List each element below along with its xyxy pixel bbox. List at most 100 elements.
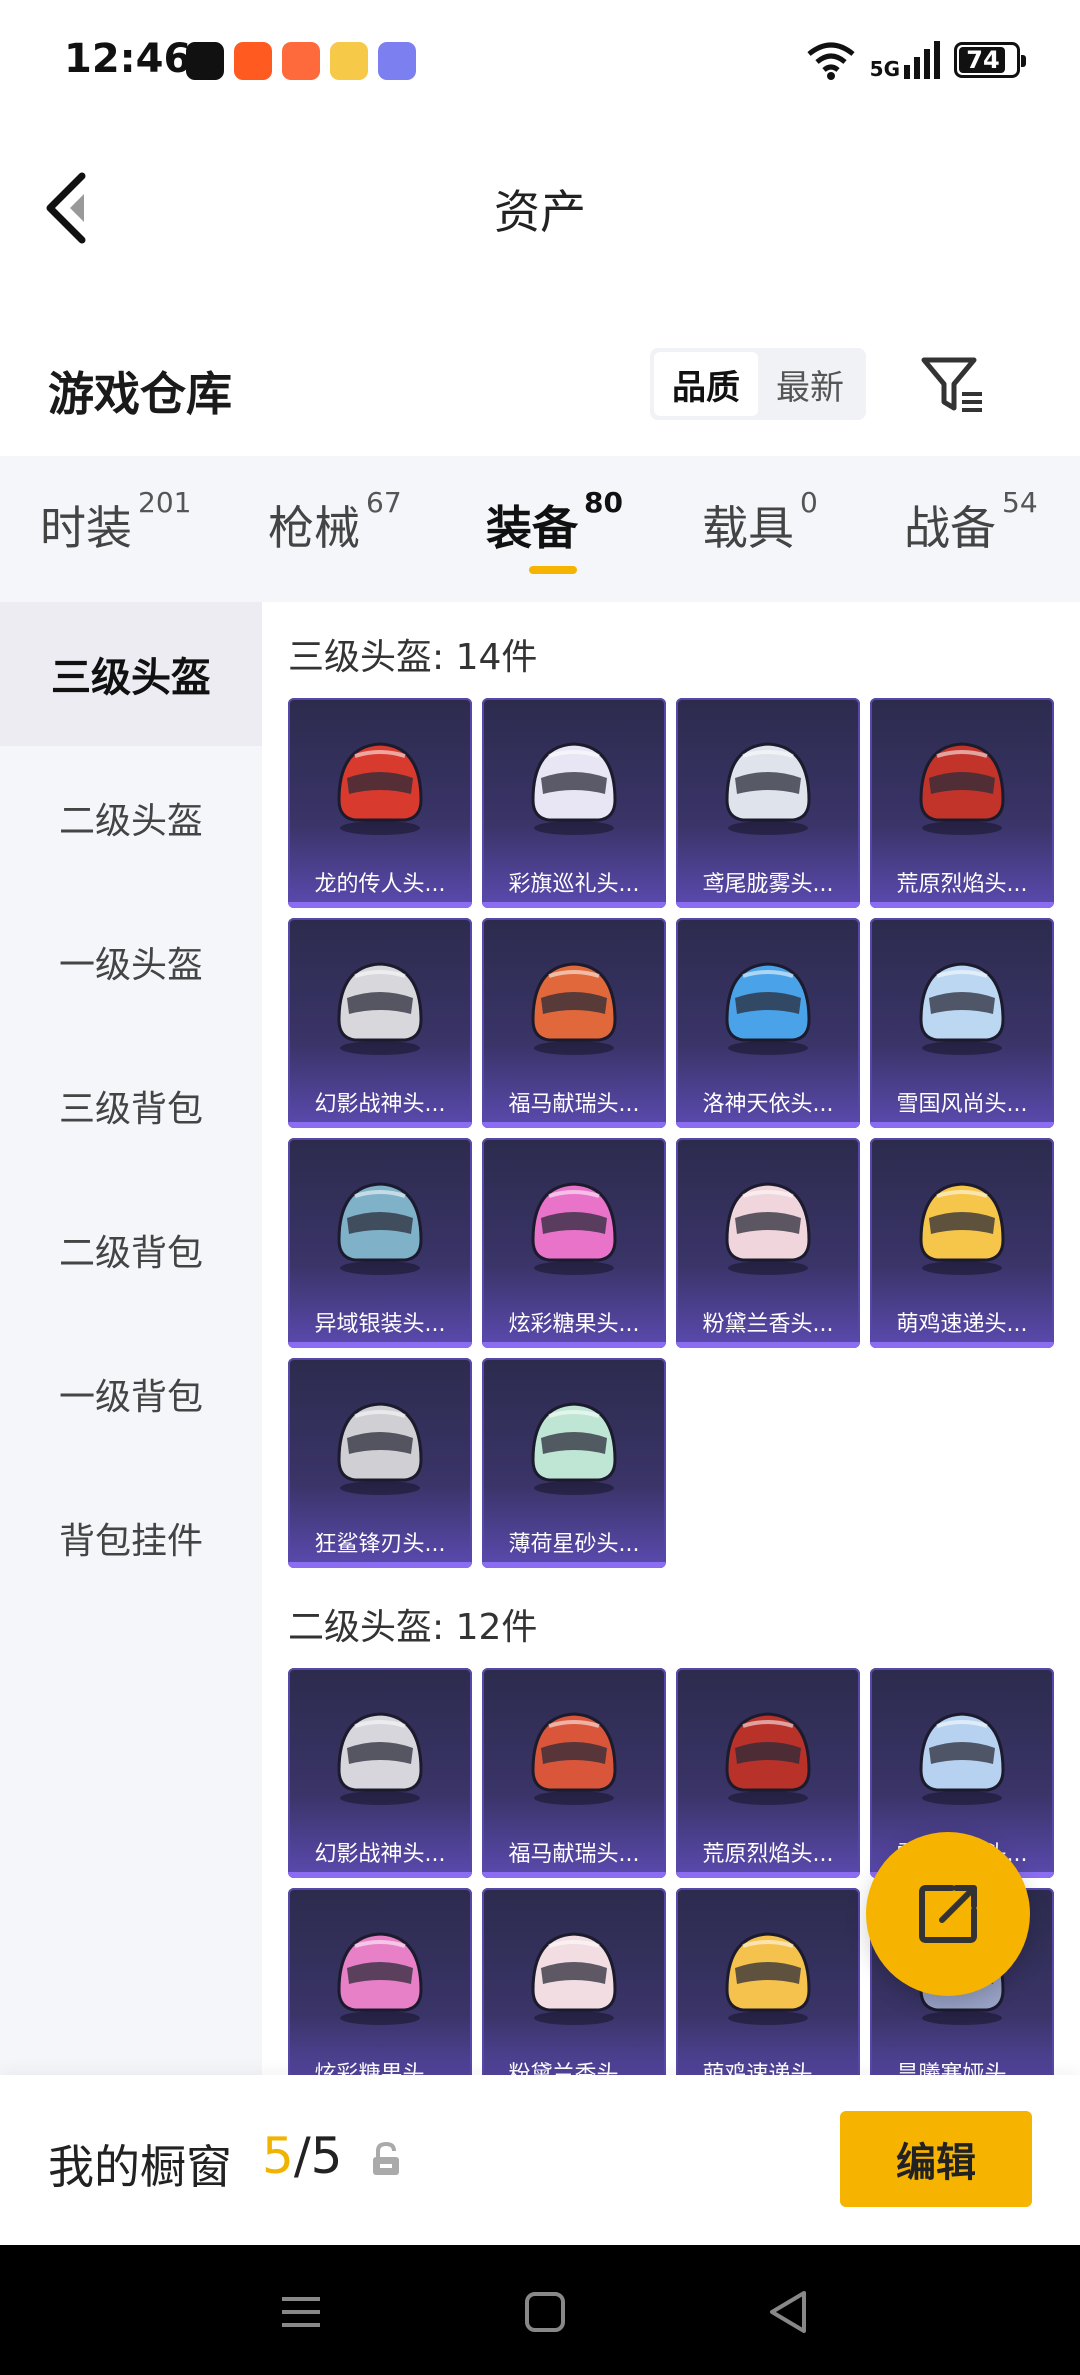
filter-button[interactable] <box>918 352 988 418</box>
tab-label: 载具 <box>702 501 794 555</box>
tab-count: 201 <box>138 486 192 519</box>
item-card[interactable]: 荒原烈焰头... <box>870 698 1054 908</box>
item-card[interactable]: 狂鲨锋刃头... <box>288 1358 472 1568</box>
helmet-icon <box>713 1170 823 1280</box>
tab-vehicles[interactable]: 载具 0 <box>702 486 818 558</box>
item-name: 福马献瑞头... <box>508 1092 640 1117</box>
back-triangle-icon[interactable] <box>762 2285 816 2339</box>
item-name: 幻影战神头... <box>314 1092 446 1117</box>
tab-count: 80 <box>584 486 623 519</box>
helmet-icon <box>325 1390 435 1500</box>
network-type: 5G <box>869 57 900 81</box>
tab-fashion[interactable]: 时装 201 <box>40 486 191 558</box>
sidebar-item-backpack-charm[interactable]: 背包挂件 <box>0 1466 262 1610</box>
item-name: 炫彩糖果头... <box>508 1312 640 1337</box>
helmet-icon <box>907 1700 1017 1810</box>
item-card[interactable]: 雪国风尚头... <box>870 918 1054 1128</box>
item-card[interactable]: 萌鸡速递头... <box>870 1138 1054 1348</box>
sidebar-item-level2-backpack[interactable]: 二级背包 <box>0 1178 262 1322</box>
tab-count: 67 <box>366 486 402 519</box>
item-name: 荒原烈焰头... <box>896 872 1028 897</box>
item-card[interactable]: 萌鸡速递头... <box>676 1888 860 2075</box>
sidebar-item-level1-backpack[interactable]: 一级背包 <box>0 1322 262 1466</box>
filter-icon <box>921 357 982 412</box>
item-card[interactable]: 异域银装头... <box>288 1138 472 1348</box>
item-name: 雪国风尚头... <box>896 1092 1028 1117</box>
sidebar-item-level2-helmet[interactable]: 二级头盔 <box>0 746 262 890</box>
item-card[interactable]: 炫彩糖果头... <box>482 1138 666 1348</box>
sidebar-item-level3-helmet[interactable]: 三级头盔 <box>0 602 262 746</box>
system-navigation-bar <box>0 2245 1080 2375</box>
game-app-icon <box>282 42 320 80</box>
item-card[interactable]: 粉黛兰香头... <box>676 1138 860 1348</box>
edit-button[interactable]: 编辑 <box>840 2111 1032 2207</box>
item-card[interactable]: 龙的传人头... <box>288 698 472 908</box>
reader-app-icon <box>330 42 368 80</box>
helmet-icon <box>519 1920 629 2030</box>
helmet-icon <box>713 1920 823 2030</box>
item-card[interactable]: 粉黛兰香头... <box>482 1888 666 2075</box>
sidebar-item-level1-helmet[interactable]: 一级头盔 <box>0 890 262 1034</box>
helmet-icon <box>713 1700 823 1810</box>
warehouse-title: 游戏仓库 <box>48 367 232 421</box>
item-card[interactable]: 幻影战神头... <box>288 918 472 1128</box>
active-tab-indicator <box>529 566 577 574</box>
home-icon[interactable] <box>518 2285 572 2339</box>
helmet-icon <box>325 1920 435 2030</box>
item-name: 洛神天依头... <box>702 1092 834 1117</box>
item-card[interactable]: 洛神天依头... <box>676 918 860 1128</box>
item-name: 萌鸡速递头... <box>896 1312 1028 1337</box>
item-name: 福马献瑞头... <box>508 1842 640 1867</box>
assistant-app-icon <box>378 42 416 80</box>
sort-toggle: 品质 最新 <box>650 348 866 420</box>
item-card[interactable]: 福马献瑞头... <box>482 918 666 1128</box>
sort-by-quality[interactable]: 品质 <box>654 352 758 416</box>
item-card[interactable]: 鸢尾胧雾头... <box>676 698 860 908</box>
item-card[interactable]: 荒原烈焰头... <box>676 1668 860 1878</box>
page-title: 资产 <box>494 185 586 239</box>
notification-icons <box>186 42 416 80</box>
sidebar-item-level3-backpack[interactable]: 三级背包 <box>0 1034 262 1178</box>
tab-equipment[interactable]: 装备 80 <box>486 486 623 558</box>
item-card[interactable]: 炫彩糖果头... <box>288 1888 472 2075</box>
tab-count: 0 <box>800 486 818 519</box>
item-card[interactable]: 彩旗巡礼头... <box>482 698 666 908</box>
tab-combat-gear[interactable]: 战备 54 <box>904 486 1038 558</box>
item-card[interactable]: 薄荷星砂头... <box>482 1358 666 1568</box>
item-name: 薄荷星砂头... <box>508 1532 640 1557</box>
item-name: 荒原烈焰头... <box>702 1842 834 1867</box>
category-tabs: 时装 201 枪械 67 装备 80 载具 0 战备 54 <box>0 456 1080 602</box>
item-name: 粉黛兰香头... <box>702 1312 834 1337</box>
nav-header: 资产 <box>0 140 1080 270</box>
item-name: 昙曦寒娅头... <box>896 2062 1028 2075</box>
tab-label: 装备 <box>486 501 578 555</box>
item-name: 粉黛兰香头... <box>508 2062 640 2075</box>
battery-level: 74 <box>966 46 1000 74</box>
tab-label: 时装 <box>40 501 132 555</box>
menu-icon[interactable] <box>274 2285 328 2339</box>
item-name: 龙的传人头... <box>314 872 446 897</box>
status-time: 12:46 <box>64 36 192 82</box>
showcase-bar: 我的橱窗 5/5 编辑 <box>0 2075 1080 2245</box>
section-title-level3-helmet: 三级头盔: 14件 <box>288 637 538 678</box>
helmet-icon <box>907 950 1017 1060</box>
tab-firearms[interactable]: 枪械 67 <box>268 486 402 558</box>
item-name: 幻影战神头... <box>314 1842 446 1867</box>
item-card[interactable]: 福马献瑞头... <box>482 1668 666 1878</box>
item-name: 炫彩糖果头... <box>314 2062 446 2075</box>
lock-icon <box>373 2141 399 2175</box>
showcase-current: 5 <box>262 2127 294 2185</box>
helmet-icon <box>713 730 823 840</box>
item-card[interactable]: 幻影战神头... <box>288 1668 472 1878</box>
sort-by-newest[interactable]: 最新 <box>758 352 862 416</box>
showcase-count: 5/5 <box>262 2127 342 2185</box>
share-button[interactable] <box>866 1832 1030 1996</box>
warehouse-header: 游戏仓库 品质 最新 <box>0 330 1080 450</box>
shopping-app-icon <box>234 42 272 80</box>
helmet-icon <box>519 730 629 840</box>
tab-label: 战备 <box>904 501 996 555</box>
status-indicators: 5G 74 <box>806 40 1026 81</box>
status-bar: 12:46 5G 74 <box>0 0 1080 130</box>
helmet-icon <box>907 730 1017 840</box>
item-name: 彩旗巡礼头... <box>508 872 640 897</box>
